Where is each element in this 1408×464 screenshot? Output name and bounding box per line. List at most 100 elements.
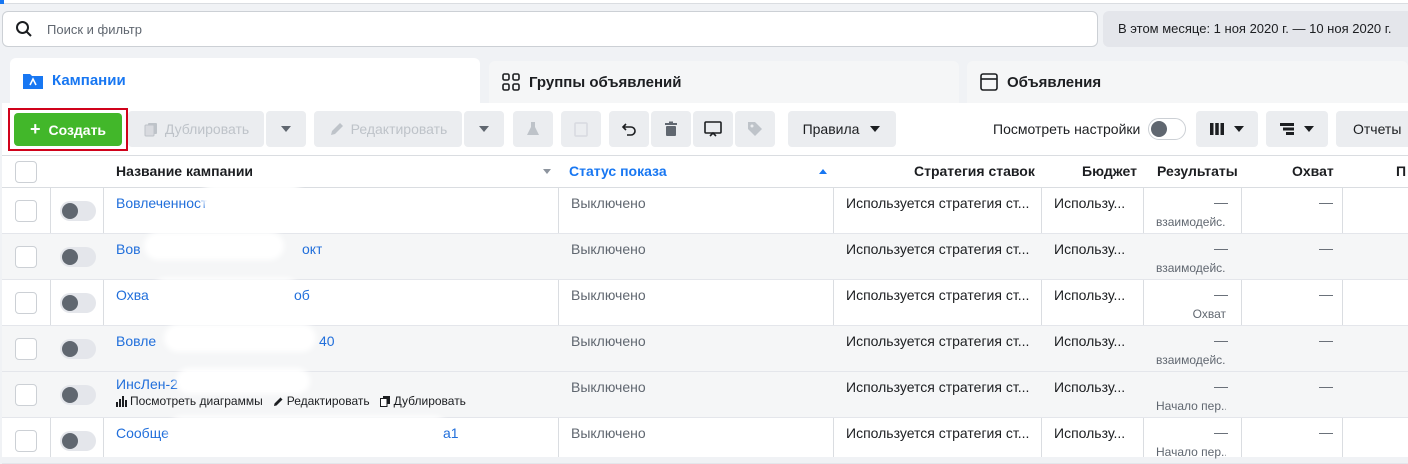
row-checkbox[interactable] [15,338,37,360]
tag-button[interactable] [735,111,775,147]
breakdown-icon [1280,123,1294,135]
tab-ads[interactable]: Объявления [967,61,1408,103]
redaction [150,238,278,254]
results-type: Охват [1192,307,1226,321]
table-row[interactable]: Охва об Выключено Используется стратегия… [2,280,1408,326]
view-charts-link[interactable]: Посмотреть диаграммы [116,394,263,408]
caret-down-icon [281,126,291,132]
header-budget[interactable]: Бюджет [1082,156,1137,187]
row-checkbox[interactable] [15,200,37,222]
status-text: Выключено [571,425,646,441]
preview-button[interactable] [693,111,733,147]
reach-value: — [1319,194,1333,210]
sort-ascending-icon[interactable] [819,169,827,175]
row-toggle[interactable] [60,201,96,221]
campaign-name-link[interactable]: Охва [116,287,149,303]
preview-icon [704,121,722,137]
delete-button[interactable] [651,111,691,147]
table-row[interactable]: ИнсЛен-2 Посмотреть диаграммы Редактиров… [2,372,1408,418]
duplicate-link[interactable]: Дублировать [379,394,466,408]
sort-caret-icon[interactable] [543,169,551,175]
row-toggle[interactable] [60,339,96,359]
campaign-name-tail[interactable]: об [294,287,310,303]
campaign-name-link[interactable]: Вовле [116,333,156,349]
undo-button[interactable] [609,111,649,147]
table-row[interactable]: Вовлеченност Выключено Используется стра… [2,188,1408,234]
edit-button[interactable]: Редактировать [314,111,462,147]
results-value: — [1214,332,1228,348]
campaign-name-link[interactable]: ИнсЛен-2 [116,376,178,392]
redaction [158,284,294,300]
window-icon [980,73,998,91]
tab-campaigns[interactable]: Кампании [10,58,480,103]
bid-strategy-text: Используется стратегия ст... [846,195,1030,211]
campaign-name-link[interactable]: Вов [116,241,141,257]
ab-test-button[interactable] [513,111,553,147]
budget-text: Использу... [1054,379,1126,395]
status-text: Выключено [571,241,646,257]
duplicate-link-label: Дублировать [393,394,466,408]
row-checkbox[interactable] [15,292,37,314]
campaign-name-tail[interactable]: а1 [443,425,459,441]
header-results[interactable]: Результаты [1157,156,1238,187]
status-text: Выключено [571,287,646,303]
top-bar [0,0,1408,4]
campaign-name-link[interactable]: Вовлеченност [116,195,207,211]
row-toggle[interactable] [60,431,96,451]
row-checkbox[interactable] [15,246,37,268]
bid-strategy-text: Используется стратегия ст... [846,287,1030,303]
duplicate-button[interactable]: Дублировать [128,111,264,147]
row-toggle[interactable] [60,385,96,405]
header-campaign-name[interactable]: Название кампании [116,156,253,187]
date-range-picker[interactable]: В этом месяце: 1 ноя 2020 г. — 10 ноя 20… [1103,11,1408,47]
campaign-name-tail[interactable]: 40 [319,333,335,349]
row-toggle[interactable] [60,293,96,313]
results-value: — [1214,286,1228,302]
search-bar[interactable] [2,11,1098,47]
status-text: Выключено [571,333,646,349]
plus-icon: + [29,119,41,139]
row-toggle[interactable] [60,247,96,267]
view-settings-toggle[interactable] [1148,118,1186,140]
duplicate-dropdown-button[interactable] [266,111,306,147]
table-row[interactable]: Вовле 40 Выключено Используется стратеги… [2,326,1408,372]
search-input[interactable] [47,21,947,37]
breakdown-button[interactable] [1266,111,1328,147]
columns-button[interactable] [1196,111,1258,147]
edit-link-label: Редактировать [286,394,370,408]
results-type: взаимодейс... [1156,261,1226,275]
pencil-icon [330,123,343,135]
campaign-name-tail[interactable]: окт [302,241,322,257]
select-all-checkbox[interactable] [15,161,37,183]
caret-down-icon [1304,126,1314,132]
reach-value: — [1319,286,1333,302]
edit-label: Редактировать [350,121,448,137]
edit-dropdown-button[interactable] [464,111,504,147]
create-button[interactable]: + Создать [14,113,122,146]
table-row[interactable]: Сообще а1 Выключено Используется стратег… [2,418,1408,464]
clipboard-button[interactable] [561,111,601,147]
tab-label: Кампании [52,72,126,89]
columns-icon [1210,123,1224,135]
results-value: — [1214,194,1228,210]
row-checkbox[interactable] [15,430,37,452]
campaign-name-link[interactable]: Сообще [116,425,169,441]
campaigns-table: Название кампании Статус показа Стратеги… [2,155,1408,464]
bid-strategy-text: Используется стратегия ст... [846,425,1030,441]
results-type: взаимодейс... [1156,215,1226,229]
budget-text: Использу... [1054,241,1126,257]
folder-icon [23,73,43,89]
edit-link[interactable]: Редактировать [273,394,370,408]
header-reach[interactable]: Охват [1292,156,1334,187]
row-checkbox[interactable] [15,384,37,406]
header-delivery-status[interactable]: Статус показа [569,156,667,187]
table-row[interactable]: Вов окт Выключено Используется стратегия… [2,234,1408,280]
reach-value: — [1319,378,1333,394]
toolbar: + Создать Дублировать Редактировать Прав… [2,103,1408,155]
tab-label: Объявления [1007,73,1102,91]
header-next-column[interactable]: П [1396,156,1406,187]
rules-button[interactable]: Правила [788,111,896,147]
reports-button[interactable]: Отчеты [1336,111,1408,147]
header-bid-strategy[interactable]: Стратегия ставок [914,156,1035,187]
tab-ad-sets[interactable]: Группы объявлений [489,61,959,103]
